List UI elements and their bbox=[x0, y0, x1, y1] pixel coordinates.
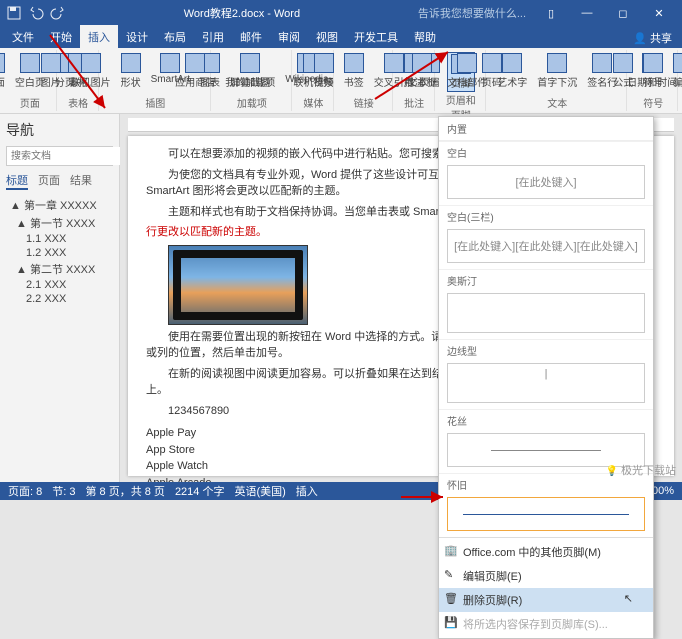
nav-tab-结果[interactable]: 结果 bbox=[70, 172, 92, 190]
group-label: 符号 bbox=[643, 95, 663, 111]
tree-item[interactable]: ▲ 第一节 XXXX bbox=[6, 214, 113, 232]
ribbon-文档部件[interactable]: 文档部件 bbox=[444, 52, 490, 90]
group-label: 批注 bbox=[404, 95, 424, 111]
dd-section-austin: 奥斯汀 bbox=[439, 269, 653, 291]
ribbon-options-icon[interactable]: ▯ bbox=[534, 3, 568, 23]
ribbon-艺术字[interactable]: 艺术字 bbox=[494, 52, 530, 90]
group-label: 页面 bbox=[20, 95, 40, 111]
close-icon[interactable]: ✕ bbox=[642, 3, 676, 23]
dd-save-selection: 💾将所选内容保存到页脚库(S)... bbox=[439, 612, 653, 636]
tab-开发工具[interactable]: 开发工具 bbox=[346, 25, 406, 48]
group-label: 表格 bbox=[68, 95, 88, 111]
footer-gallery-dropdown: 内置 空白 [在此处键入] 空白(三栏) [在此处键入][在此处键入][在此处键… bbox=[438, 116, 654, 639]
dd-item-blank3[interactable]: [在此处键入][在此处键入][在此处键入] bbox=[447, 229, 645, 263]
status-insert[interactable]: 插入 bbox=[296, 483, 318, 499]
dd-remove-footer[interactable]: 🗑删除页脚(R)↖ bbox=[439, 588, 653, 612]
tree-item[interactable]: ▲ 第一章 XXXXX bbox=[6, 196, 113, 214]
tab-审阅[interactable]: 审阅 bbox=[270, 25, 308, 48]
ribbon-首字下沉[interactable]: 首字下沉 bbox=[534, 52, 580, 90]
dd-item-whisp[interactable] bbox=[447, 497, 645, 531]
ribbon-链接[interactable]: 链接 bbox=[311, 52, 337, 90]
tab-邮件[interactable]: 邮件 bbox=[232, 25, 270, 48]
ribbon-符号[interactable]: 符号 bbox=[640, 52, 666, 90]
nav-title: 导航 bbox=[6, 120, 113, 140]
dd-section-blank: 空白 bbox=[439, 141, 653, 163]
dd-item-edge[interactable]: | bbox=[447, 363, 645, 403]
nav-tab-标题[interactable]: 标题 bbox=[6, 172, 28, 190]
watermark: 💡 极光下载站 bbox=[606, 462, 676, 478]
dd-more-office[interactable]: 🏢Office.com 中的其他页脚(M) bbox=[439, 540, 653, 564]
tree-item[interactable]: 1.2 XXX bbox=[6, 246, 113, 260]
group-label: 加载项 bbox=[237, 95, 267, 111]
tree-item[interactable]: 2.2 XXX bbox=[6, 292, 113, 306]
tab-帮助[interactable]: 帮助 bbox=[406, 25, 444, 48]
tab-插入[interactable]: 插入 bbox=[80, 25, 118, 48]
nav-tab-页面[interactable]: 页面 bbox=[38, 172, 60, 190]
undo-icon[interactable] bbox=[28, 5, 44, 21]
ribbon-公式[interactable]: 公式 bbox=[610, 52, 636, 90]
tab-布局[interactable]: 布局 bbox=[156, 25, 194, 48]
share-button[interactable]: 👤 共享 bbox=[623, 28, 682, 48]
window-title: Word教程2.docx - Word bbox=[66, 5, 418, 21]
dd-section-blank3: 空白(三栏) bbox=[439, 205, 653, 227]
save-icon[interactable] bbox=[6, 5, 22, 21]
tab-开始[interactable]: 开始 bbox=[42, 25, 80, 48]
ribbon-应用商店[interactable]: 应用商店 bbox=[172, 52, 218, 90]
remove-icon: 🗑 bbox=[444, 592, 458, 606]
office-icon: 🏢 bbox=[444, 544, 458, 558]
tab-文件[interactable]: 文件 bbox=[4, 25, 42, 48]
status-section[interactable]: 节: 3 bbox=[52, 483, 75, 499]
tab-引用[interactable]: 引用 bbox=[194, 25, 232, 48]
dd-item-austin[interactable] bbox=[447, 293, 645, 333]
dd-item-blank[interactable]: [在此处键入] bbox=[447, 165, 645, 199]
dd-section-lace: 花丝 bbox=[439, 409, 653, 431]
ribbon-图片[interactable]: 图片 bbox=[38, 52, 64, 90]
edit-icon: ✎ bbox=[444, 568, 458, 582]
ribbon-文本框[interactable]: 文本框 bbox=[404, 52, 440, 90]
ribbon-书签[interactable]: 书签 bbox=[341, 52, 367, 90]
save-gallery-icon: 💾 bbox=[444, 616, 458, 630]
cursor-icon: ↖ bbox=[624, 592, 633, 605]
dd-section-edge: 边线型 bbox=[439, 339, 653, 361]
ribbon-编号[interactable]: 编号 bbox=[670, 52, 682, 90]
status-words[interactable]: 2214 个字 bbox=[175, 483, 225, 499]
status-lang[interactable]: 英语(美国) bbox=[234, 483, 285, 499]
group-label: 插图 bbox=[145, 95, 165, 111]
ribbon-我的加载项[interactable]: 我的加载项 bbox=[222, 52, 278, 90]
status-page[interactable]: 页面: 8 bbox=[8, 483, 42, 499]
dd-edit-footer[interactable]: ✎编辑页脚(E) bbox=[439, 564, 653, 588]
tree-item[interactable]: 1.1 XXX bbox=[6, 232, 113, 246]
maximize-icon[interactable]: ◻ bbox=[606, 3, 640, 23]
tell-me[interactable]: 告诉我您想要做什么... bbox=[418, 5, 526, 21]
group-label: 媒体 bbox=[303, 95, 323, 111]
minimize-icon[interactable]: — bbox=[570, 3, 604, 23]
tab-设计[interactable]: 设计 bbox=[118, 25, 156, 48]
redo-icon[interactable] bbox=[50, 5, 66, 21]
ribbon-形状[interactable]: 形状 bbox=[118, 52, 144, 90]
dd-builtin-header: 内置 bbox=[439, 117, 653, 141]
ribbon-联机图片[interactable]: 联机图片 bbox=[68, 52, 114, 90]
group-label: 链接 bbox=[354, 95, 374, 111]
nav-search: 🔍 ▾ bbox=[6, 146, 113, 166]
tab-视图[interactable]: 视图 bbox=[308, 25, 346, 48]
ribbon-封面[interactable]: 封面 bbox=[0, 52, 8, 90]
status-pages[interactable]: 第 8 页，共 8 页 bbox=[85, 483, 164, 499]
inline-image[interactable] bbox=[168, 245, 308, 325]
group-label: 文本 bbox=[547, 95, 567, 111]
tree-item[interactable]: 2.1 XXX bbox=[6, 278, 113, 292]
tree-item[interactable]: ▲ 第二节 XXXX bbox=[6, 260, 113, 278]
